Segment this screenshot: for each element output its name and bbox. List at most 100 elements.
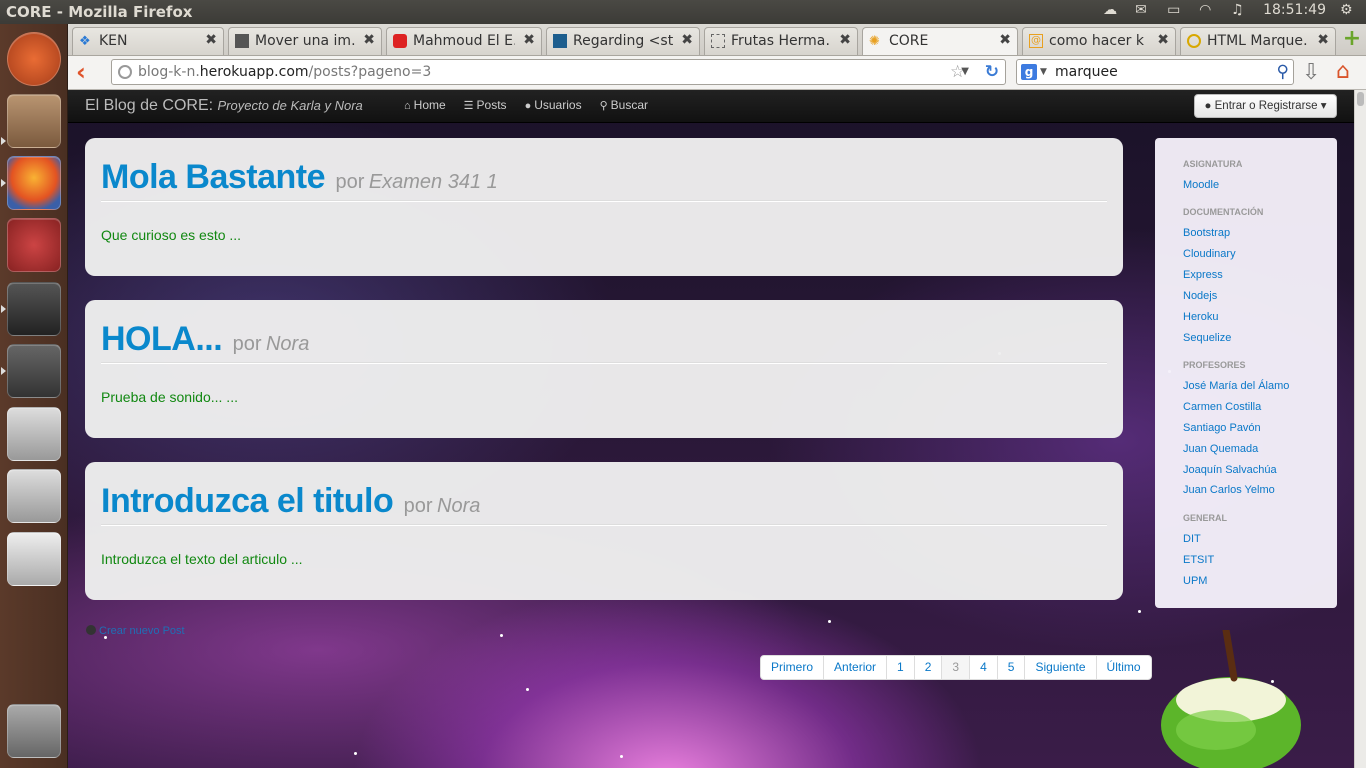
bookmark-star-icon[interactable]: ☆ [950,62,965,82]
terminal-icon[interactable] [7,282,61,336]
tab[interactable]: Frutas Herma… ✖ [704,27,858,55]
drive-icon[interactable] [7,469,61,523]
tab[interactable]: Mahmoud El E… ✖ [386,27,542,55]
nav-users[interactable]: ● Usuarios [525,98,582,112]
download-icon[interactable]: ⇩ [1302,60,1320,85]
settings-icon[interactable] [7,218,61,272]
google-icon[interactable]: g [1021,64,1037,80]
clock[interactable]: 18:51:49 [1263,2,1326,18]
close-tab-icon[interactable]: ✖ [681,32,693,48]
tab-favicon-icon [711,34,725,48]
tab-active[interactable]: ✺ CORE ✖ [862,27,1018,55]
post-card: Mola Bastante por Examen 341 1 Que curio… [85,138,1123,276]
url-bar[interactable]: blog-k-n.herokuapp.com/posts?pageno=3 ☆ … [111,59,1006,85]
search-icon[interactable]: ⚲ [1277,62,1289,82]
site-brand[interactable]: El Blog de CORE: Proyecto de Karla y Nor… [85,97,363,115]
sidebar-link[interactable]: Santiago Pavón [1183,422,1261,434]
web-page: El Blog de CORE: Proyecto de Karla y Nor… [68,90,1354,768]
sidebar-link[interactable]: Juan Carlos Yelmo [1183,484,1275,496]
user-icon: ● [1204,100,1212,112]
close-tab-icon[interactable]: ✖ [1317,32,1329,48]
page-1[interactable]: 1 [886,656,914,679]
gear-icon[interactable]: ⚙ [1340,2,1358,18]
tab[interactable]: @ como hacer k … ✖ [1022,27,1176,55]
nav-search[interactable]: ⚲ Buscar [600,98,648,112]
sidebar-link[interactable]: DIT [1183,533,1201,545]
close-tab-icon[interactable]: ✖ [363,32,375,48]
sidebar-link[interactable]: Express [1183,269,1223,281]
nav-posts[interactable]: ☰ Posts [464,98,507,112]
post-title[interactable]: Introduzca el titulo [101,482,394,520]
close-tab-icon[interactable]: ✖ [1157,32,1169,48]
tab[interactable]: Regarding <st… ✖ [546,27,700,55]
tab-label: KEN [99,33,128,49]
trash-icon[interactable] [7,704,61,758]
vertical-scrollbar[interactable] [1354,90,1366,768]
mail-icon[interactable]: ✉ [1135,2,1153,18]
sublime-text-icon[interactable] [7,344,61,398]
url-text[interactable]: blog-k-n.herokuapp.com/posts?pageno=3 [138,64,431,80]
page-last[interactable]: Último [1095,656,1151,679]
sidebar-link[interactable]: Heroku [1183,311,1218,323]
tab[interactable]: HTML Marque… ✖ [1180,27,1336,55]
battery-icon[interactable]: ▭ [1167,2,1185,18]
chevron-down-icon[interactable]: ▼ [1040,67,1047,77]
media-player-icon[interactable] [7,532,61,586]
page-first[interactable]: Primero [761,656,823,679]
sidebar-heading: DOCUMENTACIÓN [1183,207,1264,217]
sidebar-link[interactable]: Bootstrap [1183,227,1230,239]
close-tab-icon[interactable]: ✖ [205,32,217,48]
top-panel: CORE - Mozilla Firefox ☁ ✉ ▭ ◠ ♫ 18:51:4… [0,0,1366,24]
sidebar-link[interactable]: Juan Quemada [1183,443,1258,455]
sidebar-link[interactable]: Carmen Costilla [1183,401,1261,413]
drive-icon[interactable] [7,407,61,461]
reload-icon[interactable]: ↻ [985,62,999,82]
cloud-icon[interactable]: ☁ [1103,2,1121,18]
post-title[interactable]: HOLA... [101,320,223,358]
volume-icon[interactable]: ♫ [1231,2,1249,18]
youtube-icon [393,34,407,48]
post-title[interactable]: Mola Bastante [101,158,326,196]
files-icon[interactable] [7,94,61,148]
page-5[interactable]: 5 [996,656,1025,679]
search-input[interactable]: marquee [1055,64,1118,80]
chevron-down-icon[interactable]: ▼ [961,66,969,77]
page-next[interactable]: Siguiente [1024,656,1095,679]
close-tab-icon[interactable]: ✖ [999,32,1011,48]
sidebar-link[interactable]: Joaquín Salvachúa [1183,464,1277,476]
tab[interactable]: Mover una im… ✖ [228,27,382,55]
post-author: Nora [437,495,481,517]
page-4[interactable]: 4 [969,656,997,679]
running-indicator [1,137,6,145]
new-post-link[interactable]: Crear nuevo Post [86,625,185,637]
sidebar-link[interactable]: ETSIT [1183,554,1214,566]
pagination: Primero Anterior 1 2 3 4 5 Siguiente Últ… [760,655,1152,680]
tab[interactable]: ❖ KEN ✖ [72,27,224,55]
back-button[interactable]: ‹ [76,60,100,86]
plus-circle-icon [86,625,96,635]
sidebar-link[interactable]: Nodejs [1183,290,1217,302]
running-indicator [1,305,6,313]
home-icon[interactable]: ⌂ [1336,59,1350,84]
sidebar-link[interactable]: UPM [1183,575,1207,587]
close-tab-icon[interactable]: ✖ [523,32,535,48]
sidebar-link[interactable]: Sequelize [1183,332,1231,344]
page-previous[interactable]: Anterior [823,656,886,679]
page-2[interactable]: 2 [913,656,942,679]
login-register-button[interactable]: ● Entrar o Registrarse ▾ [1194,94,1337,118]
sidebar-link[interactable]: José María del Álamo [1183,380,1289,392]
ubuntu-logo-icon[interactable] [7,32,61,86]
sidebar-heading: GENERAL [1183,513,1228,523]
sidebar-link[interactable]: Cloudinary [1183,248,1236,260]
search-bar[interactable]: g ▼ marquee ⚲ [1016,59,1294,85]
site-navbar: El Blog de CORE: Proyecto de Karla y Nor… [68,90,1354,123]
close-tab-icon[interactable]: ✖ [839,32,851,48]
nav-home[interactable]: ⌂ Home [404,98,446,112]
search-icon: ⚲ [599,100,608,112]
wifi-icon[interactable]: ◠ [1199,2,1217,18]
post-by: por [232,333,262,355]
scrollbar-thumb[interactable] [1357,92,1364,106]
firefox-icon[interactable] [7,156,61,210]
new-tab-icon[interactable]: + [1342,28,1362,50]
sidebar-link[interactable]: Moodle [1183,179,1219,191]
